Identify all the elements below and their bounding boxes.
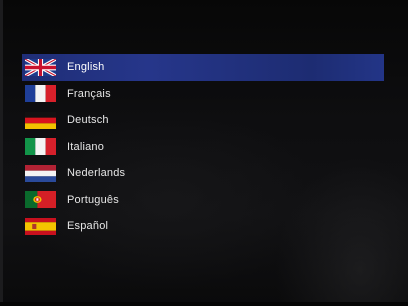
netherlands-flag-icon [25,164,56,182]
language-label: Nederlands [67,167,126,180]
language-label: Español [67,220,109,233]
france-flag-icon [25,85,56,103]
language-label: Deutsch [67,114,109,127]
language-option-portugues[interactable]: Português [22,187,384,214]
language-option-espanol[interactable]: Español [22,213,384,240]
portugal-flag-icon [25,191,56,209]
language-option-nederlands[interactable]: Nederlands [22,160,384,187]
language-label: Italiano [67,140,105,153]
screen-edge [0,302,408,306]
language-option-english[interactable]: English [22,54,384,81]
screen-edge [0,0,3,306]
language-list: English Français Deutsch Italiano Nederl… [22,54,384,240]
language-label: Português [67,193,119,206]
language-option-italiano[interactable]: Italiano [22,134,384,161]
germany-flag-icon [25,111,56,129]
language-selection-screen: English Français Deutsch Italiano Nederl… [0,0,408,306]
language-option-francais[interactable]: Français [22,81,384,108]
spain-flag-icon [25,217,56,235]
uk-flag-icon [25,58,56,76]
language-label: English [67,61,105,74]
language-label: Français [67,87,111,100]
language-option-deutsch[interactable]: Deutsch [22,107,384,134]
italy-flag-icon [25,138,56,156]
